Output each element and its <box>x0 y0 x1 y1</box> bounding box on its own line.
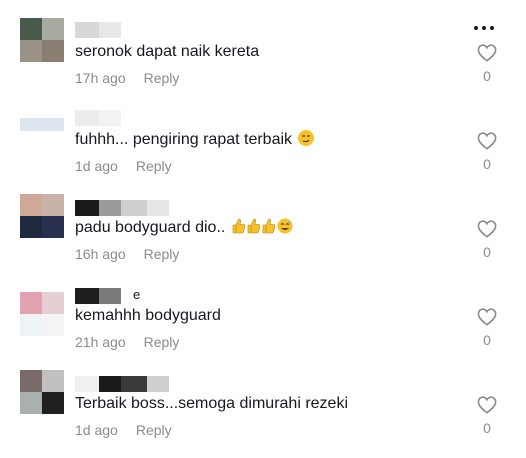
comment-meta: 16h ago Reply <box>75 246 179 262</box>
username-suffix: e <box>133 287 141 302</box>
comment-text-content: padu bodyguard dio.. <box>75 219 226 236</box>
like-button[interactable]: 0 <box>472 44 502 84</box>
reply-button[interactable]: Reply <box>144 334 180 350</box>
comment-text-content: Terbaik boss...semoga dimurahi rezeki <box>75 395 349 412</box>
avatar-pixel <box>20 314 42 336</box>
username[interactable] <box>75 200 169 216</box>
username-redacted-block <box>99 22 121 38</box>
avatar-pixel <box>42 292 64 314</box>
like-count: 0 <box>483 244 491 260</box>
avatar-pixel <box>20 131 42 144</box>
timestamp: 21h ago <box>75 334 126 350</box>
heart-icon <box>477 132 497 150</box>
username-redacted-block <box>99 376 121 392</box>
avatar-pixel <box>42 40 64 62</box>
comment-item: Terbaik boss...semoga dimurahi rezeki 1d… <box>0 370 526 458</box>
timestamp: 1d ago <box>75 158 118 174</box>
like-count: 0 <box>483 156 491 172</box>
thumbs-and-sweat-emoji-icon <box>230 218 293 236</box>
comment-item: padu bodyguard dio.. 16h ago Reply 0 <box>0 194 526 282</box>
avatar-pixel <box>42 131 64 144</box>
comment-text: Terbaik boss...semoga dimurahi rezeki <box>75 394 348 414</box>
smirk-emoji-icon <box>298 130 315 146</box>
comment-item: seronok dapat naik kereta 17h ago Reply … <box>0 18 526 106</box>
username-redacted-block <box>99 288 121 304</box>
timestamp: 1d ago <box>75 422 118 438</box>
like-button[interactable]: 0 <box>472 308 502 348</box>
like-count: 0 <box>483 332 491 348</box>
avatar[interactable] <box>20 370 64 414</box>
avatar[interactable] <box>20 118 64 144</box>
comment-text-content: kemahhh bodyguard <box>75 307 221 324</box>
like-button[interactable]: 0 <box>472 132 502 172</box>
username[interactable]: e <box>75 288 140 304</box>
like-count: 0 <box>483 68 491 84</box>
comment-meta: 1d ago Reply <box>75 422 172 438</box>
comment-item: fuhhh... pengiring rapat terbaik 1d ago … <box>0 106 526 194</box>
avatar-pixel <box>20 370 42 392</box>
comment-meta: 1d ago Reply <box>75 158 172 174</box>
avatar[interactable] <box>20 18 64 62</box>
timestamp: 17h ago <box>75 70 126 86</box>
comment-text-content: fuhhh... pengiring rapat terbaik <box>75 131 293 148</box>
username-redacted-block <box>121 376 147 392</box>
heart-icon <box>477 44 497 62</box>
avatar-pixel <box>20 40 42 62</box>
username-redacted-block <box>99 110 121 126</box>
avatar-pixel <box>20 216 42 238</box>
avatar-pixel <box>20 292 42 314</box>
comment-text-content: seronok dapat naik kereta <box>75 43 260 60</box>
avatar-pixel <box>20 392 42 414</box>
comment-meta: 17h ago Reply <box>75 70 179 86</box>
username-redacted-block <box>75 110 99 126</box>
username-redacted-block <box>75 22 99 38</box>
avatar-pixel <box>42 118 64 131</box>
username[interactable] <box>75 110 121 126</box>
avatar[interactable] <box>20 292 64 336</box>
username-redacted-block <box>75 200 99 216</box>
like-button[interactable]: 0 <box>472 220 502 260</box>
reply-button[interactable]: Reply <box>144 246 180 262</box>
avatar-pixel <box>42 194 64 216</box>
comment-text: kemahhh bodyguard <box>75 306 221 326</box>
avatar[interactable] <box>20 194 64 238</box>
like-button[interactable]: 0 <box>472 396 502 436</box>
username-redacted-block <box>121 200 147 216</box>
username[interactable] <box>75 376 169 392</box>
avatar-pixel <box>42 370 64 392</box>
like-count: 0 <box>483 420 491 436</box>
avatar-pixel <box>42 18 64 40</box>
username-redacted-block <box>147 376 169 392</box>
comment-text: seronok dapat naik kereta <box>75 42 259 62</box>
heart-icon <box>477 220 497 238</box>
comment-text: fuhhh... pengiring rapat terbaik <box>75 130 315 150</box>
reply-button[interactable]: Reply <box>144 70 180 86</box>
username-redacted-block <box>75 288 99 304</box>
avatar-pixel <box>42 392 64 414</box>
username-redacted-block <box>99 200 121 216</box>
avatar-pixel <box>20 194 42 216</box>
avatar-pixel <box>42 314 64 336</box>
reply-button[interactable]: Reply <box>136 422 172 438</box>
avatar-pixel <box>20 118 42 131</box>
reply-button[interactable]: Reply <box>136 158 172 174</box>
heart-icon <box>477 396 497 414</box>
comment-text: padu bodyguard dio.. <box>75 218 293 238</box>
heart-icon <box>477 308 497 326</box>
avatar-pixel <box>42 216 64 238</box>
username-redacted-block <box>75 376 99 392</box>
username[interactable] <box>75 22 121 38</box>
username-redacted-block <box>147 200 169 216</box>
timestamp: 16h ago <box>75 246 126 262</box>
comment-item: e kemahhh bodyguard 21h ago Reply 0 <box>0 282 526 370</box>
avatar-pixel <box>20 18 42 40</box>
comment-meta: 21h ago Reply <box>75 334 179 350</box>
